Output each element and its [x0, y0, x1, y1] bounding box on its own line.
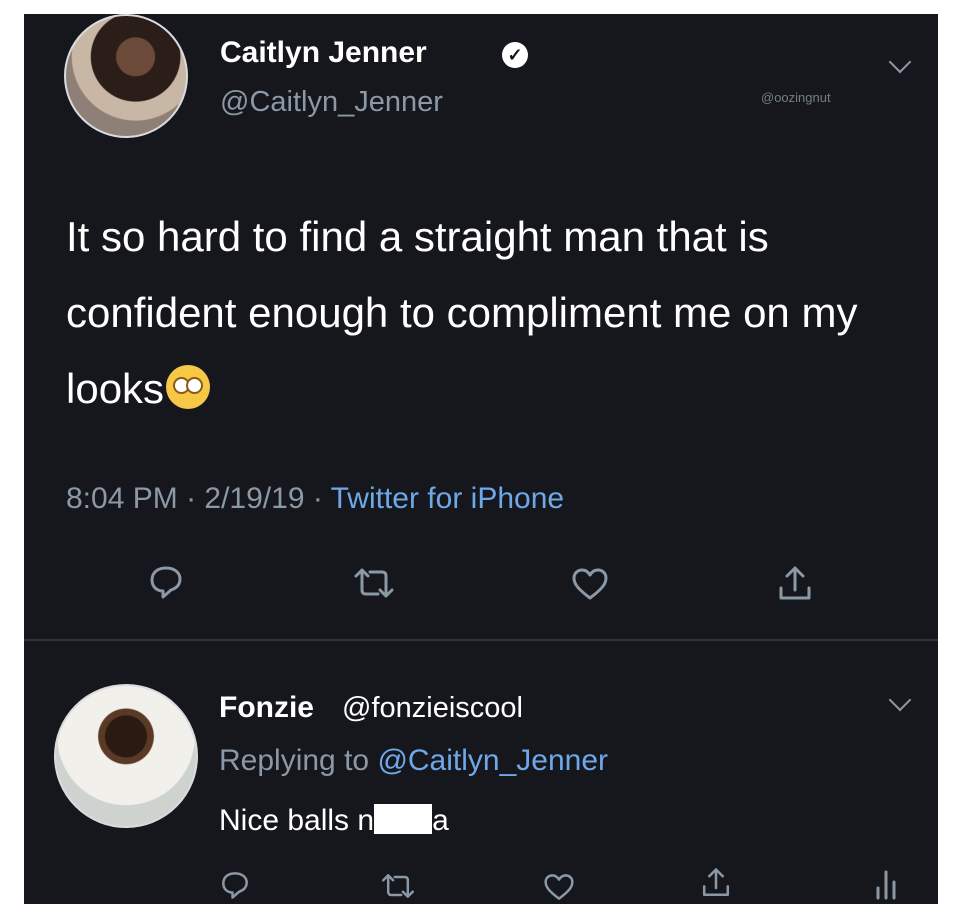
- reply-author-name[interactable]: Fonzie: [219, 691, 314, 725]
- main-tweet: Caitlyn Jenner ✓ @Caitlyn_Jenner @oozing…: [24, 14, 938, 639]
- reply-text: Nice balls n a: [219, 804, 449, 838]
- face-with-rolling-eyes-icon: [166, 365, 211, 409]
- replying-to-mention[interactable]: @Caitlyn_Jenner: [377, 744, 608, 777]
- heart-icon[interactable]: [570, 566, 610, 602]
- reply-icon[interactable]: [148, 564, 184, 600]
- author-name[interactable]: Caitlyn Jenner: [220, 36, 427, 70]
- reply-text-end: a: [432, 804, 449, 837]
- meta-separator: ·: [177, 482, 205, 515]
- tweet-text: It so hard to find a straight man that i…: [66, 199, 906, 427]
- reply-author-avatar[interactable]: [54, 684, 198, 828]
- retweet-icon[interactable]: [380, 872, 416, 900]
- tweet-meta: 8:04 PM · 2/19/19 · Twitter for iPhone: [66, 482, 564, 516]
- reply-tweet: Fonzie @fonzieiscool Replying to @Caitly…: [24, 654, 938, 904]
- tweet-time: 8:04 PM: [66, 482, 178, 515]
- watermark: @oozingnut: [761, 90, 831, 105]
- share-icon[interactable]: [700, 866, 732, 900]
- meta-separator: ·: [304, 482, 331, 515]
- author-avatar[interactable]: [64, 14, 188, 138]
- retweet-icon[interactable]: [352, 566, 396, 600]
- reply-icon[interactable]: [220, 870, 250, 900]
- tweet-screenshot: Caitlyn Jenner ✓ @Caitlyn_Jenner @oozing…: [24, 14, 938, 904]
- chevron-down-icon[interactable]: [888, 688, 912, 712]
- replying-to-line: Replying to @Caitlyn_Jenner: [219, 744, 608, 778]
- analytics-icon[interactable]: [874, 868, 900, 900]
- tweet-date: 2/19/19: [204, 482, 305, 515]
- reply-author-handle[interactable]: @fonzieiscool: [342, 692, 523, 725]
- chevron-down-icon[interactable]: [888, 50, 912, 74]
- replying-prefix: Replying to: [219, 744, 378, 777]
- reply-text-start: Nice balls n: [219, 804, 375, 837]
- tweet-source[interactable]: Twitter for iPhone: [331, 482, 564, 515]
- share-icon[interactable]: [776, 564, 814, 604]
- verified-badge-icon: ✓: [502, 42, 528, 68]
- redaction-box: [374, 804, 433, 834]
- divider: [24, 639, 938, 641]
- author-handle[interactable]: @Caitlyn_Jenner: [220, 86, 443, 119]
- heart-icon[interactable]: [542, 872, 576, 902]
